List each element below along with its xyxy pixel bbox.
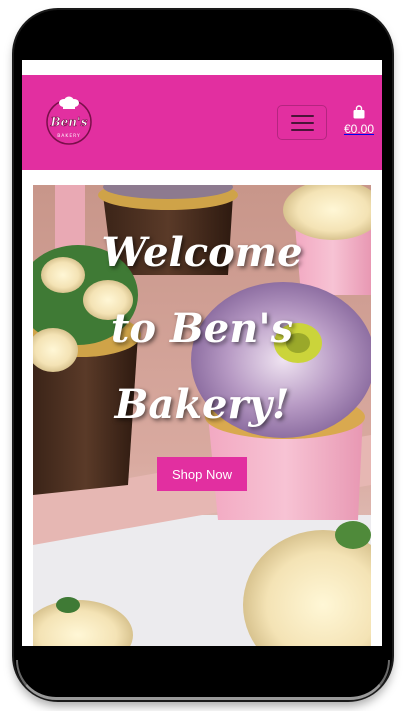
shop-now-button[interactable]: Shop Now	[157, 457, 247, 491]
cart-total: €0.00	[343, 122, 375, 136]
shopping-bag-link[interactable]: €0.00	[340, 105, 378, 143]
logo-text: Ben's	[50, 115, 88, 129]
hamburger-menu-button[interactable]	[277, 105, 327, 140]
top-spacer	[22, 60, 382, 75]
phone-frame-edge	[16, 660, 390, 700]
logo-icon: Ben's BAKERY	[46, 96, 92, 145]
logo-link[interactable]: Ben's BAKERY	[44, 95, 94, 145]
shopping-bag-icon	[353, 105, 365, 119]
browser-viewport: Ben's BAKERY €0.00 Welcome to Ben's Bake…	[22, 60, 382, 646]
hero-title: Welcome to Ben's Bakery!	[33, 215, 371, 443]
hero-title-line: Bakery!	[114, 381, 290, 428]
logo-subtext: BAKERY	[57, 133, 81, 139]
hero-title-line: Welcome	[101, 229, 303, 276]
site-header: Ben's BAKERY €0.00	[22, 75, 382, 170]
hero-banner: Welcome to Ben's Bakery! Shop Now	[33, 185, 371, 646]
hero-title-line: to Ben's	[110, 305, 294, 352]
